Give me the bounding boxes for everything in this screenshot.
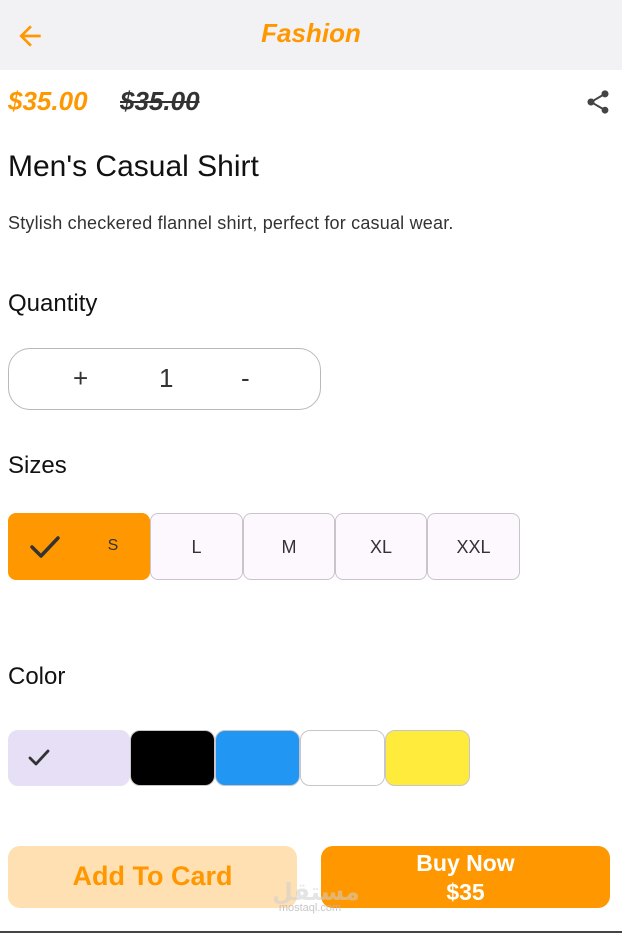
color-option-blue[interactable] — [215, 730, 300, 786]
add-to-cart-button[interactable]: Add To Card — [8, 846, 297, 908]
color-option-yellow[interactable] — [385, 730, 470, 786]
size-label: M — [281, 537, 297, 557]
size-option-s[interactable]: S — [8, 513, 150, 580]
current-price: $35.00 — [8, 86, 88, 116]
buy-now-price: $35 — [446, 879, 485, 905]
divider — [0, 931, 622, 933]
check-icon — [30, 536, 60, 558]
color-option-white[interactable] — [300, 730, 385, 786]
size-label: S — [107, 537, 119, 554]
buy-now-button[interactable]: Buy Now $35 — [321, 846, 610, 908]
size-label: XXL — [456, 537, 491, 557]
add-to-cart-label: Add To Card — [72, 861, 233, 891]
watermark-text: mostaql.com — [278, 902, 342, 914]
sizes-heading: Sizes — [8, 452, 67, 479]
size-option-m[interactable]: M — [243, 513, 335, 580]
quantity-stepper: + 1 - — [8, 348, 321, 410]
color-heading: Color — [8, 663, 66, 690]
size-option-xxl[interactable]: XXL — [427, 513, 520, 580]
quantity-increase-button[interactable]: + — [73, 363, 88, 394]
page-title: Fashion — [261, 18, 361, 48]
size-label: L — [191, 537, 202, 557]
size-label: XL — [369, 537, 393, 557]
quantity-value: 1 — [159, 363, 174, 393]
color-option-lavender[interactable] — [8, 730, 130, 786]
share-icon[interactable] — [584, 88, 612, 116]
color-option-black[interactable] — [130, 730, 215, 786]
check-icon — [28, 749, 50, 766]
app-bar: Fashion — [0, 0, 622, 70]
product-title: Men's Casual Shirt — [8, 150, 259, 183]
size-option-l[interactable]: L — [150, 513, 243, 580]
size-option-xl[interactable]: XL — [335, 513, 427, 580]
buy-now-label: Buy Now — [416, 850, 515, 876]
quantity-decrease-button[interactable]: - — [241, 363, 250, 394]
quantity-heading: Quantity — [8, 290, 98, 317]
original-price: $35.00 — [120, 86, 200, 116]
product-description: Stylish checkered flannel shirt, perfect… — [8, 213, 454, 233]
